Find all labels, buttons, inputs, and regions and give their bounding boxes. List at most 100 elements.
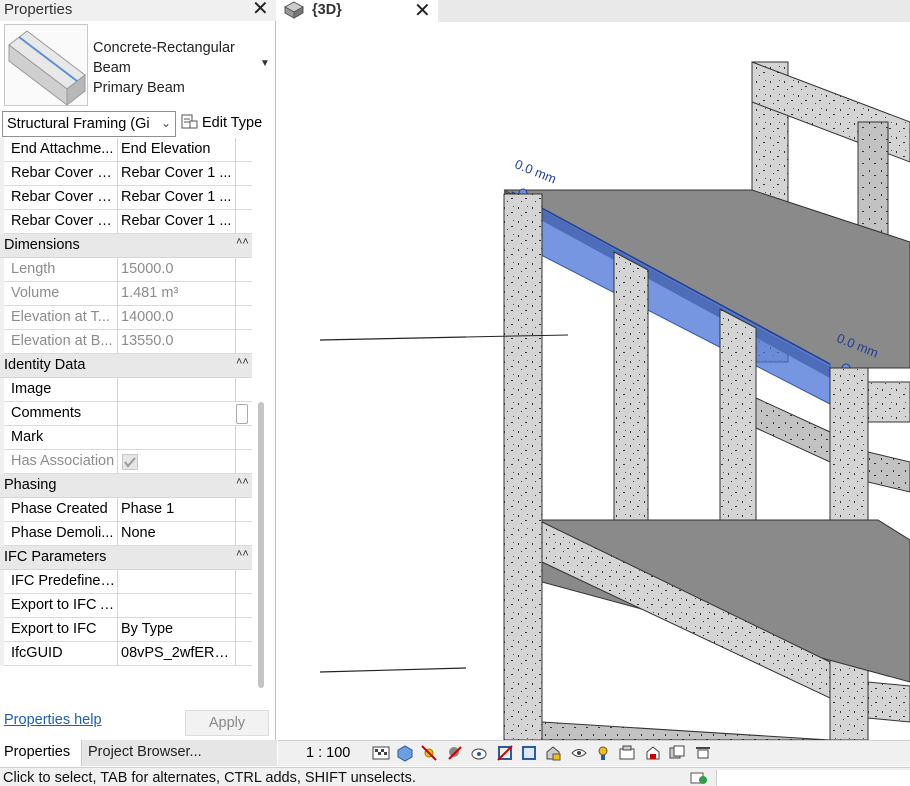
properties-grid: End Attachme... End Elevation Rebar Cover…	[0, 138, 252, 680]
floor-beam	[867, 681, 910, 723]
3d-view-icon	[283, 1, 305, 22]
rendering-dialog-icon[interactable]	[470, 744, 488, 762]
comments-edit-box[interactable]	[236, 404, 248, 424]
property-row: Elevation at B... 13550.0	[0, 330, 252, 354]
property-name: Has Association	[11, 453, 115, 469]
edit-type-icon	[181, 113, 198, 134]
property-value[interactable]: Rebar Cover 1 ...	[121, 165, 233, 181]
edit-type-label: Edit Type	[202, 115, 263, 131]
property-row[interactable]: End Attachme... End Elevation	[0, 138, 252, 162]
property-row[interactable]: Phase Demoli... None	[0, 522, 252, 546]
property-row[interactable]: Rebar Cover - ... Rebar Cover 1 ...	[0, 186, 252, 210]
property-name: Export to IFC As	[11, 597, 116, 613]
property-name: Rebar Cover - ...	[11, 189, 116, 205]
property-row[interactable]: Image	[0, 378, 252, 402]
property-row: Has Association	[0, 450, 252, 474]
property-row[interactable]: Rebar Cover - ... Rebar Cover 1 ...	[0, 210, 252, 234]
unlocked-3d-view-icon[interactable]	[544, 744, 562, 762]
palette-tabs: Properties Project Browser...	[0, 740, 277, 766]
group-title: Phasing	[4, 477, 57, 493]
group-title: Dimensions	[4, 237, 80, 253]
category-filter-select[interactable]: Structural Framing (Gi ⌄	[2, 111, 176, 137]
group-header-phasing[interactable]: Phasing ˄˄	[0, 474, 252, 498]
beam-thumbnail-icon	[4, 24, 88, 107]
collapse-icon[interactable]: ˄˄	[236, 236, 249, 248]
group-header-dimensions[interactable]: Dimensions ˄˄	[0, 234, 252, 258]
crop-view-icon[interactable]	[496, 744, 514, 762]
properties-title: Properties	[4, 1, 73, 18]
property-name: Comments	[11, 405, 82, 421]
status-message: Click to select, TAB for alternates, CTR…	[3, 770, 416, 786]
group-header-identity-data[interactable]: Identity Data ˄˄	[0, 354, 252, 378]
collapse-icon[interactable]: ˄˄	[236, 476, 249, 488]
property-row[interactable]: Rebar Cover - ... Rebar Cover 1 ...	[0, 162, 252, 186]
property-value: 15000.0	[121, 261, 174, 277]
properties-help-link[interactable]: Properties help	[4, 712, 102, 728]
worksharing-display-icon[interactable]	[644, 744, 662, 762]
property-name: IFC Predefined...	[11, 573, 116, 589]
detail-level-icon[interactable]	[372, 744, 390, 762]
temporary-hide-icon[interactable]	[570, 744, 588, 762]
properties-titlebar[interactable]: Properties ✕	[0, 0, 276, 21]
highlight-displacement-icon[interactable]	[694, 744, 712, 762]
property-row[interactable]: Comments	[0, 402, 252, 426]
property-value[interactable]: Rebar Cover 1 ...	[121, 213, 233, 229]
property-value: 14000.0	[121, 309, 174, 325]
collapse-icon[interactable]: ˄˄	[236, 356, 249, 368]
visual-style-icon[interactable]	[396, 744, 414, 762]
property-name: End Attachme...	[11, 141, 114, 157]
group-header-ifc-parameters[interactable]: IFC Parameters ˄˄	[0, 546, 252, 570]
property-value[interactable]: None	[121, 525, 233, 541]
property-row: Elevation at T... 14000.0	[0, 306, 252, 330]
view-tab-3d[interactable]: {3D}	[312, 2, 342, 18]
view-scale[interactable]: 1 : 100	[306, 745, 350, 761]
side-beam	[867, 451, 910, 493]
type-name-line: Primary Beam	[93, 80, 185, 96]
property-name: Phase Created	[11, 501, 108, 517]
grid-scrollbar[interactable]	[258, 402, 264, 688]
property-row[interactable]: Export to IFC As	[0, 594, 252, 618]
has-association-checkbox	[122, 454, 138, 470]
property-value[interactable]: Rebar Cover 1 ...	[121, 189, 233, 205]
property-name: Rebar Cover - ...	[11, 165, 116, 181]
workset-icon[interactable]	[690, 771, 708, 786]
lower-beam	[541, 721, 831, 740]
property-row[interactable]: IFC Predefined...	[0, 570, 252, 594]
show-analytical-model-icon[interactable]	[668, 744, 686, 762]
type-selector[interactable]: Concrete-Rectangular Beam Primary Beam ▼	[2, 22, 272, 108]
dropdown-arrow-icon[interactable]: ▼	[260, 58, 270, 69]
property-row[interactable]: Export to IFC By Type	[0, 618, 252, 642]
temporary-view-properties-icon[interactable]	[618, 744, 636, 762]
apply-button[interactable]: Apply	[185, 710, 269, 736]
property-row: Volume 1.481 m³	[0, 282, 252, 306]
property-value[interactable]: Phase 1	[121, 501, 233, 517]
property-value[interactable]: 08vPS_2wfERuR...	[121, 645, 233, 661]
chevron-down-icon: ⌄	[160, 116, 171, 130]
view-tab-bar-empty	[438, 0, 910, 22]
property-value: 1.481 m³	[121, 285, 179, 301]
property-name: Image	[11, 381, 52, 397]
property-row: Length 15000.0	[0, 258, 252, 282]
close-icon[interactable]: ✕	[414, 0, 431, 23]
shadows-icon[interactable]	[446, 744, 464, 762]
property-name: Export to IFC	[11, 621, 97, 637]
property-value[interactable]: End Elevation	[121, 141, 233, 157]
side-beam	[755, 397, 831, 463]
3d-view-canvas[interactable]: 0.0 mm 0.0 mm	[278, 22, 910, 740]
edit-type-button[interactable]: Edit Type	[181, 113, 262, 135]
property-row[interactable]: Phase Created Phase 1	[0, 498, 252, 522]
property-value: 13550.0	[121, 333, 174, 349]
show-crop-region-icon[interactable]	[520, 744, 538, 762]
tab-project-browser[interactable]: Project Browser...	[84, 740, 206, 766]
property-row[interactable]: Mark	[0, 426, 252, 450]
close-icon[interactable]: ✕	[252, 0, 269, 20]
sun-path-icon[interactable]	[420, 744, 438, 762]
property-row[interactable]: IfcGUID 08vPS_2wfERuR...	[0, 642, 252, 666]
status-bar-field[interactable]	[716, 770, 910, 786]
collapse-icon[interactable]: ˄˄	[236, 548, 249, 560]
tab-properties[interactable]: Properties	[0, 740, 82, 766]
property-name: Mark	[11, 429, 44, 445]
property-name: Rebar Cover - ...	[11, 213, 116, 229]
property-value[interactable]: By Type	[121, 621, 233, 637]
reveal-hidden-icon[interactable]	[594, 744, 612, 762]
